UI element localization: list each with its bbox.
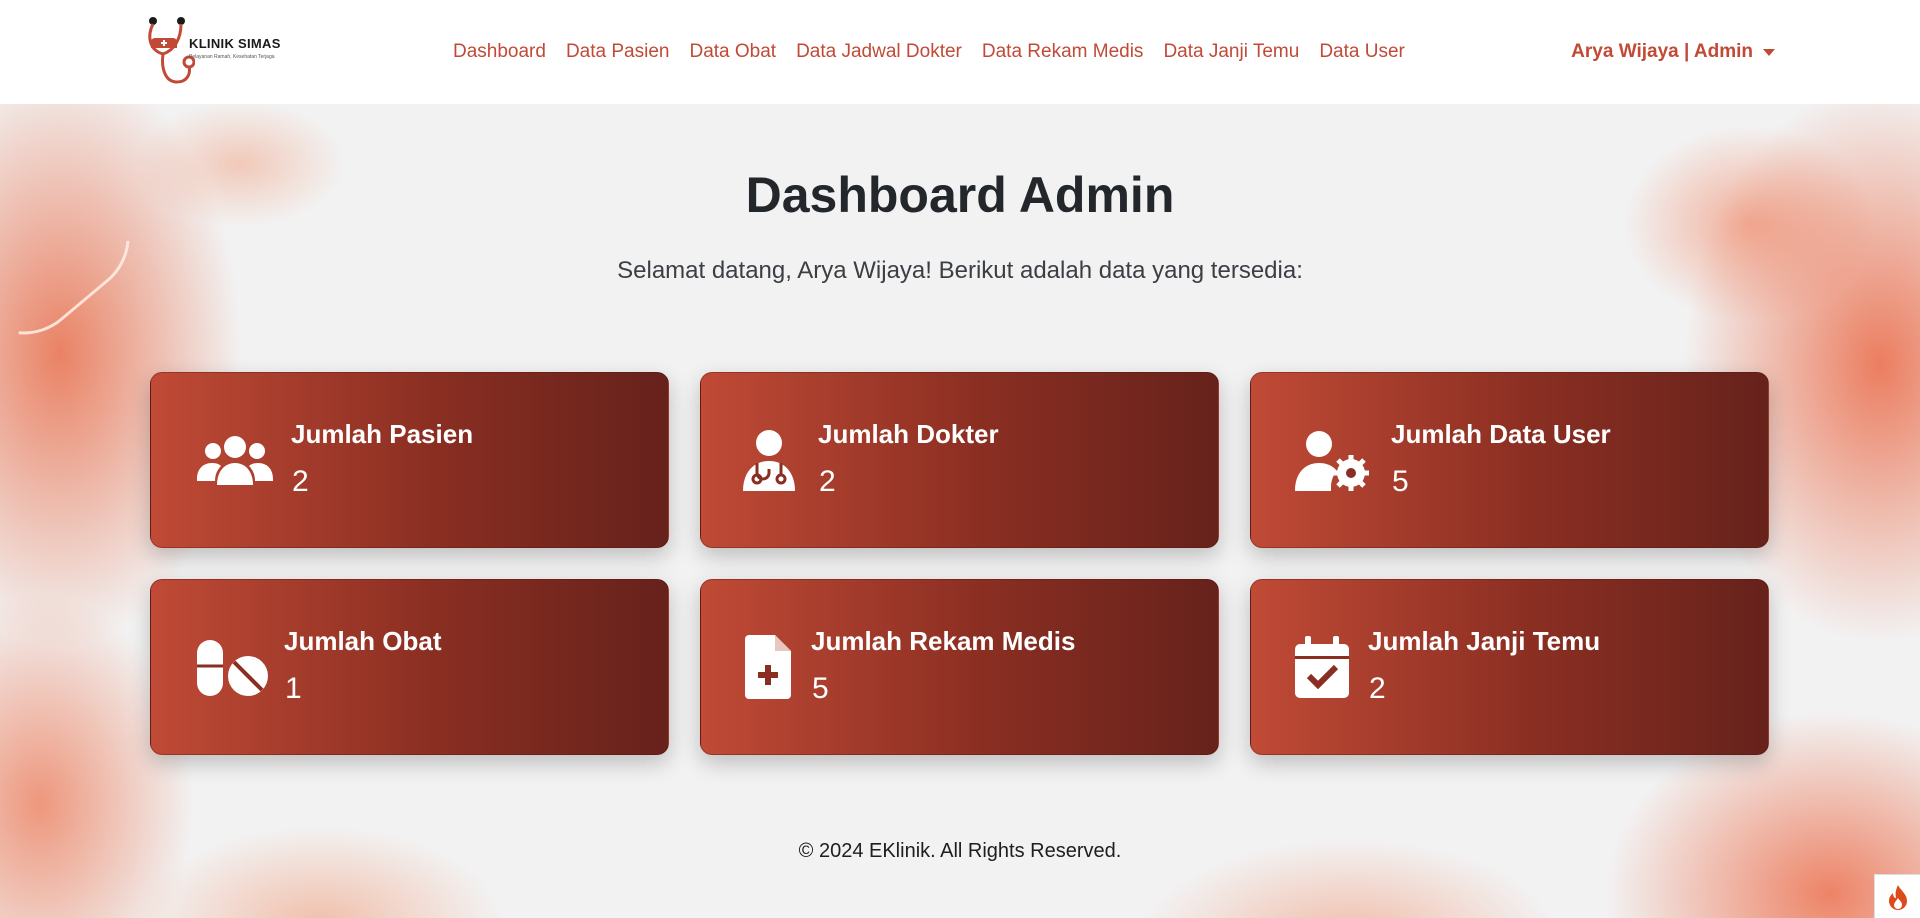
doctor-icon [743,430,795,491]
card-title: Jumlah Pasien [291,419,474,449]
stat-card-data-user[interactable]: Jumlah Data User 5 [1250,372,1769,548]
pills-icon [197,640,268,696]
navbar: KLINIK SIMAS Pelayanan Ramah, Kesehatan … [0,0,1920,104]
stat-card-dokter[interactable]: Jumlah Dokter 2 [700,372,1219,548]
nav-link-data-user[interactable]: Data User [1309,41,1415,63]
card-title: Jumlah Obat [284,626,442,656]
stat-card-pasien[interactable]: Jumlah Pasien 2 [150,372,669,548]
nav-link-data-rekam-medis[interactable]: Data Rekam Medis [972,41,1154,63]
flame-icon [1888,884,1907,910]
nav-link-dashboard[interactable]: Dashboard [443,41,556,63]
stat-card-rekam-medis[interactable]: Jumlah Rekam Medis 5 [700,579,1219,755]
card-value: 2 [1369,672,1386,705]
calendar-check-icon [1295,636,1349,698]
stat-card-obat[interactable]: Jumlah Obat 1 [150,579,669,755]
stat-cards-grid: Jumlah Pasien 2 Jumlah Dokter 2 Jumlah D… [150,372,1769,755]
card-value: 5 [1392,465,1409,498]
user-dropdown[interactable]: Arya Wijaya | Admin [1571,0,1775,104]
debug-toolbar-button[interactable] [1874,874,1920,918]
page-title: Dashboard Admin [745,167,1175,223]
main-content: Dashboard Admin Selamat datang, Arya Wij… [0,104,1920,918]
user-gear-icon [1295,431,1369,491]
card-value: 5 [812,672,829,705]
card-value: 2 [819,465,836,498]
footer-copyright: © 2024 EKlinik. All Rights Reserved. [798,840,1122,862]
card-title: Jumlah Rekam Medis [811,626,1076,656]
brand[interactable]: KLINIK SIMAS Pelayanan Ramah, Kesehatan … [145,16,295,88]
welcome-subtitle: Selamat datang, Arya Wijaya! Berikut ada… [617,257,1303,284]
stethoscope-logo-icon [148,17,195,84]
card-value: 1 [285,672,302,705]
stat-card-janji-temu[interactable]: Jumlah Janji Temu 2 [1250,579,1769,755]
brand-tagline: Pelayanan Ramah, Kesehatan Terjaga [189,54,275,60]
users-icon [197,436,273,485]
nav-link-data-jadwal-dokter[interactable]: Data Jadwal Dokter [786,41,972,63]
user-label: Arya Wijaya | Admin [1571,41,1753,62]
brand-name: KLINIK SIMAS [189,36,281,51]
card-title: Jumlah Janji Temu [1368,626,1601,656]
chevron-down-icon [1763,48,1775,56]
nav-link-data-obat[interactable]: Data Obat [679,41,786,63]
nav-link-data-janji-temu[interactable]: Data Janji Temu [1153,41,1309,63]
card-value: 2 [292,465,309,498]
card-title: Jumlah Dokter [818,419,999,449]
main-nav: Dashboard Data Pasien Data Obat Data Jad… [443,0,1415,104]
card-title: Jumlah Data User [1391,419,1611,449]
nav-link-data-pasien[interactable]: Data Pasien [556,41,680,63]
